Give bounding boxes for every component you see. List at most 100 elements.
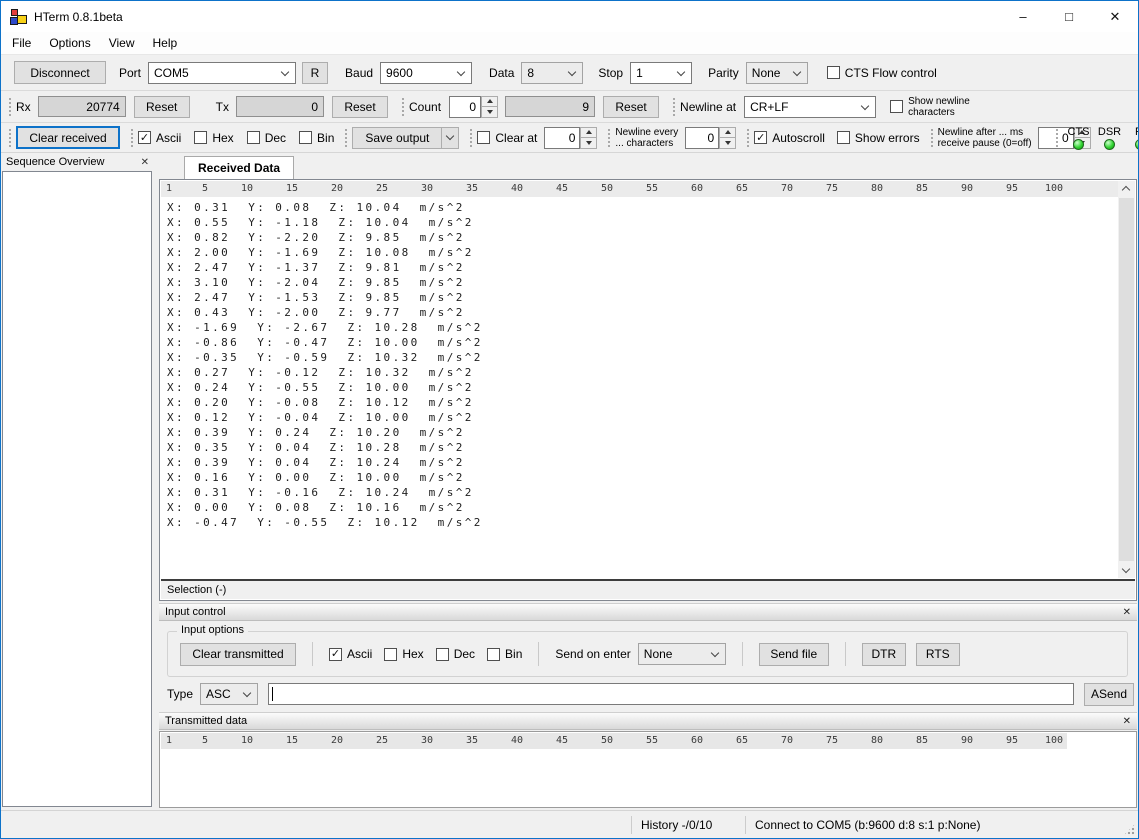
tab-received-data[interactable]: Received Data bbox=[184, 156, 294, 179]
minimize-button[interactable]: – bbox=[1000, 1, 1046, 32]
toolbar-grip[interactable] bbox=[745, 127, 749, 147]
disconnect-button[interactable]: Disconnect bbox=[14, 61, 106, 84]
newline-every-label: Newline every... characters bbox=[615, 127, 678, 149]
connection-toolbar: Disconnect Port COM5 R Baud 9600 Data 8 … bbox=[1, 54, 1138, 91]
rx-ascii-checkbox[interactable] bbox=[138, 131, 151, 144]
chevron-down-icon bbox=[793, 67, 801, 75]
rx-dec-checkbox[interactable] bbox=[247, 131, 260, 144]
toolbar-grip[interactable] bbox=[129, 127, 133, 147]
save-output-button[interactable]: Save output bbox=[352, 127, 442, 149]
received-line: X: 0.12 Y: -0.04 Z: 10.00 m/s^2 bbox=[167, 410, 1118, 425]
send-on-enter-combobox[interactable]: None bbox=[638, 643, 726, 665]
show-errors-checkbox[interactable] bbox=[837, 131, 850, 144]
scroll-up-icon[interactable] bbox=[1122, 186, 1130, 194]
transmitted-data-close-icon[interactable]: ✕ bbox=[1123, 716, 1131, 727]
menu-options[interactable]: Options bbox=[40, 33, 99, 53]
ruler-tick: 45 bbox=[556, 735, 568, 746]
show-newline-checkbox[interactable] bbox=[890, 100, 903, 113]
ruler-tick: 65 bbox=[736, 183, 748, 194]
count-spinner[interactable] bbox=[481, 96, 498, 118]
ruler-tick: 90 bbox=[961, 735, 973, 746]
baud-combobox[interactable]: 9600 bbox=[380, 62, 472, 84]
received-line: X: 2.47 Y: -1.53 Z: 9.85 m/s^2 bbox=[167, 290, 1118, 305]
close-button[interactable]: ✕ bbox=[1092, 1, 1138, 32]
tx-bin-checkbox[interactable] bbox=[487, 648, 500, 661]
clear-transmitted-button[interactable]: Clear transmitted bbox=[180, 643, 296, 666]
resize-grip[interactable] bbox=[1123, 823, 1136, 836]
asend-button[interactable]: ASend bbox=[1084, 683, 1134, 706]
chevron-down-icon bbox=[677, 67, 685, 75]
ruler-tick: 80 bbox=[871, 735, 883, 746]
clear-received-button[interactable]: Clear received bbox=[16, 126, 120, 149]
menu-file[interactable]: File bbox=[3, 33, 40, 53]
chevron-down-icon bbox=[243, 689, 251, 697]
scroll-down-icon[interactable] bbox=[1122, 565, 1130, 573]
rx-hex-checkbox[interactable] bbox=[194, 131, 207, 144]
clear-at-input[interactable]: 0 bbox=[544, 127, 580, 149]
sequence-overview-title: Sequence Overview bbox=[6, 156, 104, 168]
toolbar-grip[interactable] bbox=[468, 127, 472, 147]
transmitted-data-title: Transmitted data bbox=[165, 715, 247, 727]
tx-ascii-checkbox[interactable] bbox=[329, 648, 342, 661]
toolbar-grip[interactable] bbox=[671, 96, 675, 118]
clear-at-spinner[interactable] bbox=[580, 127, 597, 149]
ruler-tick: 65 bbox=[736, 735, 748, 746]
maximize-button[interactable]: □ bbox=[1046, 1, 1092, 32]
selection-status: Selection (-) bbox=[167, 584, 226, 596]
tx-reset-button[interactable]: Reset bbox=[332, 96, 388, 118]
autoscroll-checkbox[interactable] bbox=[754, 131, 767, 144]
count-reset-button[interactable]: Reset bbox=[603, 96, 659, 118]
ruler-tick: 95 bbox=[1006, 183, 1018, 194]
scrollbar-thumb[interactable] bbox=[1119, 198, 1134, 561]
stop-bits-combobox[interactable]: 1 bbox=[630, 62, 692, 84]
selection-bar: Selection (-) bbox=[161, 579, 1135, 599]
transmitted-data-view[interactable]: 1510152025303540455055606570758085909510… bbox=[159, 731, 1137, 808]
input-control-close-icon[interactable]: ✕ bbox=[1123, 607, 1131, 618]
ruler-tick: 50 bbox=[601, 735, 613, 746]
ruler-tick: 45 bbox=[556, 183, 568, 194]
rx-reset-button[interactable]: Reset bbox=[134, 96, 190, 118]
sequence-overview-header: Sequence Overview ✕ bbox=[1, 153, 154, 171]
chevron-down-icon bbox=[446, 132, 454, 140]
rx-bin-checkbox[interactable] bbox=[299, 131, 312, 144]
show-errors-label: Show errors bbox=[855, 131, 920, 145]
sequence-overview-list[interactable] bbox=[2, 171, 152, 807]
toolbar-grip[interactable] bbox=[400, 96, 404, 118]
menu-bar: File Options View Help bbox=[1, 32, 1138, 54]
toolbar-grip[interactable] bbox=[343, 127, 347, 147]
received-data-text[interactable]: X: 0.31 Y: 0.08 Z: 10.04 m/s^2X: 0.55 Y:… bbox=[161, 197, 1118, 578]
received-line: X: 0.24 Y: -0.55 Z: 10.00 m/s^2 bbox=[167, 380, 1118, 395]
save-output-menu-button[interactable] bbox=[441, 127, 459, 149]
sequence-overview-close-icon[interactable]: ✕ bbox=[141, 157, 149, 168]
port-combobox[interactable]: COM5 bbox=[148, 62, 296, 84]
newline-every-input[interactable]: 0 bbox=[685, 127, 719, 149]
toolbar-grip[interactable] bbox=[7, 127, 11, 147]
toolbar-grip[interactable] bbox=[7, 96, 11, 118]
send-file-button[interactable]: Send file bbox=[759, 643, 829, 666]
receive-toolbar: Clear received Ascii Hex Dec Bin Save ou… bbox=[1, 123, 1138, 153]
cts-flow-checkbox[interactable] bbox=[827, 66, 840, 79]
menu-help[interactable]: Help bbox=[144, 33, 187, 53]
toolbar-grip[interactable] bbox=[1054, 127, 1058, 147]
newline-at-combobox[interactable]: CR+LF bbox=[744, 96, 876, 118]
newline-every-spinner[interactable] bbox=[719, 127, 736, 149]
received-line: X: 0.39 Y: 0.24 Z: 10.20 m/s^2 bbox=[167, 425, 1118, 440]
count-input[interactable]: 0 bbox=[449, 96, 481, 118]
send-text-input[interactable] bbox=[268, 683, 1074, 705]
received-line: X: -0.86 Y: -0.47 Z: 10.00 m/s^2 bbox=[167, 335, 1118, 350]
rts-button[interactable]: RTS bbox=[916, 643, 960, 666]
menu-view[interactable]: View bbox=[100, 33, 144, 53]
type-combobox[interactable]: ASC bbox=[200, 683, 258, 705]
dtr-button[interactable]: DTR bbox=[862, 643, 906, 666]
clear-at-checkbox[interactable] bbox=[477, 131, 490, 144]
received-line: X: 0.31 Y: -0.16 Z: 10.24 m/s^2 bbox=[167, 485, 1118, 500]
toolbar-grip[interactable] bbox=[929, 127, 933, 147]
data-bits-combobox[interactable]: 8 bbox=[521, 62, 583, 84]
toolbar-grip[interactable] bbox=[606, 127, 610, 147]
received-line: X: 0.16 Y: 0.00 Z: 10.00 m/s^2 bbox=[167, 470, 1118, 485]
parity-combobox[interactable]: None bbox=[746, 62, 808, 84]
received-scrollbar[interactable] bbox=[1118, 181, 1135, 578]
rescan-ports-button[interactable]: R bbox=[302, 62, 328, 84]
tx-hex-checkbox[interactable] bbox=[384, 648, 397, 661]
tx-dec-checkbox[interactable] bbox=[436, 648, 449, 661]
